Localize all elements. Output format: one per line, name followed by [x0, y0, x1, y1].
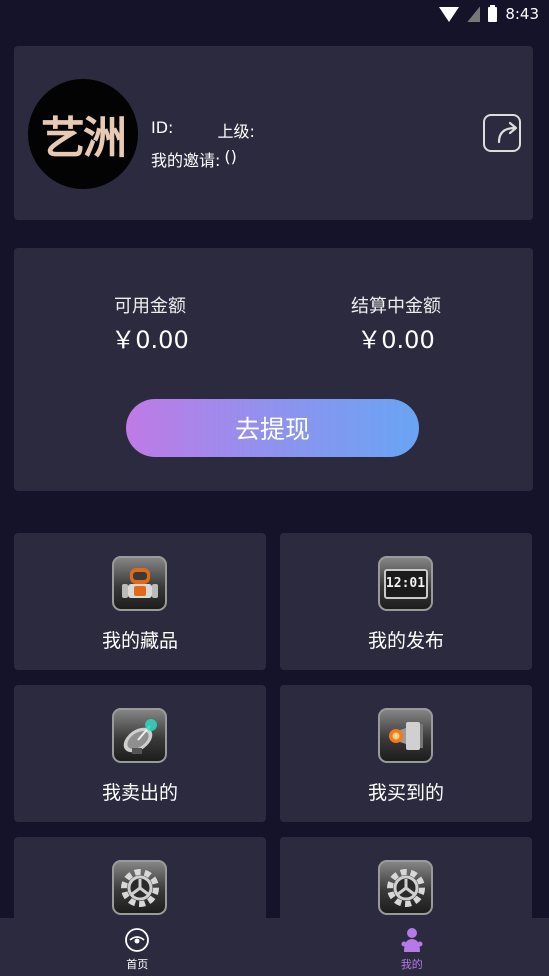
tile-label: 我卖出的: [101, 782, 178, 804]
home-eye-icon: [125, 928, 150, 952]
balance-card: 可用金额 ￥0.00 结算中金额 ￥0.00 去提现: [14, 248, 533, 491]
gear-icon: [378, 860, 433, 915]
settling-label: 结算中金额: [351, 296, 441, 317]
tile-label: 我的藏品: [101, 630, 178, 652]
nav-item-mine[interactable]: 我的: [275, 918, 549, 976]
menu-tile-collections[interactable]: 我的藏品: [14, 533, 266, 670]
menu-tile-sold[interactable]: 我卖出的: [14, 685, 266, 822]
menu-tile-bought[interactable]: 我买到的: [280, 685, 532, 822]
status-bar: 8:43: [0, 0, 549, 28]
satellite-icon: [112, 708, 167, 763]
available-label: 可用金额: [114, 296, 186, 317]
battery-icon: [488, 4, 498, 22]
nav-label-mine: 我的: [400, 958, 423, 971]
share-button[interactable]: [483, 114, 521, 152]
nav-label-home: 首页: [126, 958, 149, 971]
clock-display: 12:01: [383, 568, 428, 599]
id-line: ID: 上级:: [151, 118, 265, 142]
no-sim-icon: [467, 6, 481, 22]
available-balance: 可用金额 ￥0.00: [50, 292, 250, 355]
wifi-icon: [439, 6, 460, 22]
person-icon: [401, 928, 423, 952]
share-icon: [497, 121, 518, 144]
nav-item-home[interactable]: 首页: [0, 918, 275, 976]
clock-icon: 12:01: [378, 556, 433, 611]
gear-icon: [112, 860, 167, 915]
robot-icon: [112, 556, 167, 611]
tile-label: 我买到的: [367, 782, 444, 804]
invite-label: 我的邀请:: [151, 151, 221, 170]
speaker-icon: [378, 708, 433, 763]
settling-balance: 结算中金额 ￥0.00: [296, 292, 496, 355]
profile-card: 艺洲 ID: 上级: 我的邀请: (): [14, 46, 533, 220]
tile-label: 我的发布: [367, 630, 444, 652]
bottom-nav: 首页 我的: [0, 918, 549, 976]
status-time: 8:43: [505, 5, 539, 23]
invite-value: (): [224, 147, 237, 166]
avatar-logo-text: 艺洲: [41, 113, 127, 164]
avatar[interactable]: 艺洲: [28, 79, 138, 189]
id-label: ID:: [151, 118, 174, 137]
menu-tile-publish[interactable]: 12:01 我的发布: [280, 533, 532, 670]
available-value: ￥0.00: [111, 326, 189, 354]
settling-value: ￥0.00: [357, 326, 435, 354]
invite-line: 我的邀请: (): [151, 147, 237, 171]
superior-label: 上级:: [217, 122, 255, 141]
withdraw-button[interactable]: 去提现: [126, 399, 419, 457]
